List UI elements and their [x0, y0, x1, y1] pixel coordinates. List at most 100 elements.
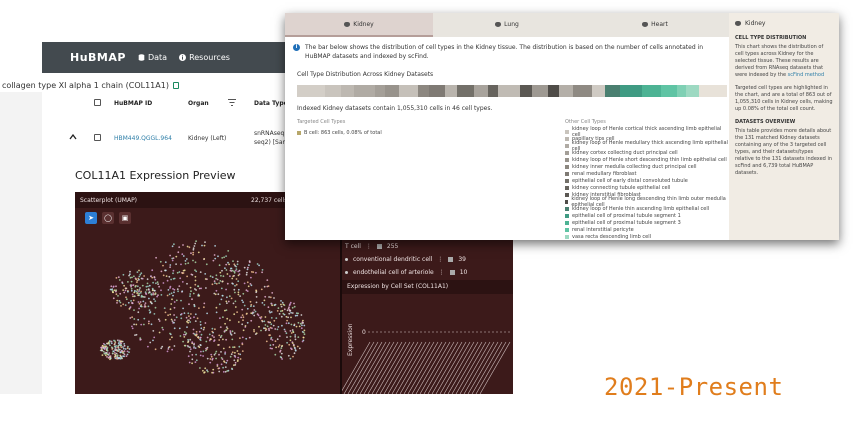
- col-data-type[interactable]: Data Type: [254, 100, 288, 107]
- tab-kidney[interactable]: Kidney: [285, 13, 433, 37]
- kidney-side-panel: Kidney CELL TYPE DISTRIBUTION This chart…: [729, 13, 839, 240]
- distribution-segment[interactable]: [620, 85, 643, 97]
- other-item-label: kidney inner medulla collecting duct pri…: [572, 163, 697, 170]
- distribution-segment[interactable]: [353, 85, 376, 97]
- distribution-segment[interactable]: [428, 85, 445, 97]
- distribution-segment[interactable]: [297, 85, 326, 97]
- list-item[interactable]: kidney loop of Henle thin ascending limb…: [565, 205, 730, 212]
- cell-set-count-2: 10: [459, 269, 468, 276]
- list-item[interactable]: conventional dendritic cell ⋮ 39: [345, 253, 513, 266]
- distribution-segment[interactable]: [532, 85, 549, 97]
- distribution-segment[interactable]: [488, 85, 498, 97]
- lasso-tool-button[interactable]: ◯: [102, 212, 114, 224]
- list-item[interactable]: kidney loop of Henle long descending thi…: [565, 196, 730, 208]
- legend-swatch: [565, 213, 569, 218]
- distribution-segment[interactable]: [417, 85, 429, 97]
- targeted-cell-types-legend: Targeted Cell Types B cell: 863 cells, 0…: [297, 119, 547, 136]
- list-item[interactable]: renal interstitial pericyte: [565, 226, 730, 233]
- scatterplot-title: Scatterplot (UMAP): [80, 197, 138, 204]
- umap-scatterplot[interactable]: [75, 230, 335, 394]
- list-item[interactable]: kidney connecting tubule epithelial cell: [565, 184, 730, 191]
- other-cell-types-legend: Other Cell Types kidney loop of Henle co…: [565, 119, 730, 240]
- distribution-segment[interactable]: [559, 85, 574, 97]
- select-tool-button[interactable]: ▣: [119, 212, 131, 224]
- list-item[interactable]: epithelial cell of proximal tubule segme…: [565, 219, 730, 226]
- distribution-segment[interactable]: [384, 85, 400, 97]
- list-item[interactable]: kidney loop of Henle short descending th…: [565, 156, 730, 163]
- list-item[interactable]: kidney loop of Henle medullary thick asc…: [565, 140, 730, 152]
- other-item-label: epithelial cell of early distal convolut…: [572, 177, 688, 184]
- distribution-segment[interactable]: [399, 85, 418, 97]
- distribution-segment[interactable]: [457, 85, 475, 97]
- list-item[interactable]: kidney inner medulla collecting duct pri…: [565, 163, 730, 170]
- other-cell-types-list: kidney loop of Henle cortical thick asce…: [565, 126, 730, 240]
- distribution-segment[interactable]: [375, 85, 385, 97]
- distribution-segment[interactable]: [474, 85, 489, 97]
- list-item[interactable]: T cell ⋮ 255: [345, 240, 513, 253]
- select-all-checkbox[interactable]: [94, 99, 101, 106]
- list-item[interactable]: endothelial cell of arteriole ⋮ 10: [345, 266, 513, 279]
- distribution-segment[interactable]: [444, 85, 458, 97]
- other-item-label: kidney connecting tubule epithelial cell: [572, 184, 671, 191]
- distribution-segment[interactable]: [548, 85, 560, 97]
- indexed-summary: Indexed Kidney datasets contain 1,055,31…: [297, 105, 493, 112]
- side-paragraph-3: This table provides more details about t…: [735, 128, 833, 176]
- other-header: Other Cell Types: [565, 119, 606, 125]
- distribution-segment[interactable]: [676, 85, 687, 97]
- nav-data-label: Data: [147, 53, 168, 62]
- color-swatch: [448, 257, 454, 262]
- distribution-segment[interactable]: [642, 85, 662, 97]
- col-organ[interactable]: Organ: [188, 100, 209, 107]
- list-item[interactable]: kidney loop of Henle cortical thick asce…: [565, 126, 730, 138]
- heart-icon: [642, 21, 649, 27]
- scfind-method-link[interactable]: scFind method: [788, 72, 825, 78]
- side-paragraph-1: This chart shows the distribution of cel…: [735, 44, 833, 79]
- umap-points: [99, 240, 306, 374]
- kebab-icon[interactable]: ⋮: [366, 243, 372, 250]
- side-panel-title: Kidney: [735, 18, 833, 27]
- copy-icon[interactable]: [172, 81, 179, 89]
- legend-swatch: [565, 185, 569, 190]
- cell-type-distribution-bar[interactable]: [297, 85, 727, 97]
- nav-resources[interactable]: Resources: [179, 53, 230, 62]
- list-item[interactable]: epithelial cell of early distal convolut…: [565, 177, 730, 184]
- distribution-segment[interactable]: [604, 85, 621, 97]
- list-item[interactable]: epithelial cell of proximal tubule segme…: [565, 212, 730, 219]
- kebab-icon[interactable]: ⋮: [437, 256, 443, 263]
- tab-heart[interactable]: Heart: [581, 13, 729, 37]
- hubmap-logo[interactable]: HuBMAP: [70, 51, 126, 64]
- list-item[interactable]: renal medullary fibroblast: [565, 170, 730, 177]
- list-item[interactable]: vasa recta descending limb cell: [565, 233, 730, 240]
- distribution-segment[interactable]: [686, 85, 699, 97]
- chevron-up-icon[interactable]: [69, 134, 77, 140]
- cell-set-count-0: 255: [386, 243, 399, 250]
- cell-set-label-1: conventional dendritic cell: [353, 256, 433, 263]
- distribution-segment[interactable]: [340, 85, 354, 97]
- kebab-icon[interactable]: ⋮: [439, 269, 445, 276]
- row-hubmap-id[interactable]: HBM449.QGGL.964: [114, 135, 172, 142]
- legend-swatch: [565, 150, 569, 155]
- distribution-segment[interactable]: [519, 85, 533, 97]
- targeted-item-label: B cell: 863 cells, 0.08% of total: [304, 129, 382, 136]
- expression-by-cell-set-header: Expression by Cell Set (COL11A1): [342, 280, 513, 294]
- distribution-segment[interactable]: [698, 85, 727, 97]
- distribution-segment[interactable]: [661, 85, 677, 97]
- filter-icon[interactable]: [228, 99, 236, 106]
- distribution-segment[interactable]: [573, 85, 593, 97]
- legend-swatch: [565, 234, 569, 239]
- legend-swatch: [565, 227, 569, 232]
- distribution-segment[interactable]: [592, 85, 605, 97]
- pan-tool-button[interactable]: ➤: [85, 212, 97, 224]
- expression-axis-tick: 0: [362, 329, 366, 336]
- nav-data[interactable]: Data: [138, 53, 167, 62]
- legend-swatch: [565, 199, 569, 204]
- col-hubmap-id[interactable]: HuBMAP ID: [114, 100, 152, 107]
- row-checkbox[interactable]: [94, 134, 101, 141]
- distribution-segment[interactable]: [325, 85, 341, 97]
- list-item[interactable]: B cell: 863 cells, 0.08% of total: [297, 129, 547, 136]
- color-swatch: [449, 270, 455, 275]
- row-organ: Kidney (Left): [188, 135, 227, 142]
- scatterplot-cell-count: 22,737 cells: [251, 197, 288, 204]
- tab-lung[interactable]: Lung: [433, 13, 581, 37]
- distribution-segment[interactable]: [497, 85, 520, 97]
